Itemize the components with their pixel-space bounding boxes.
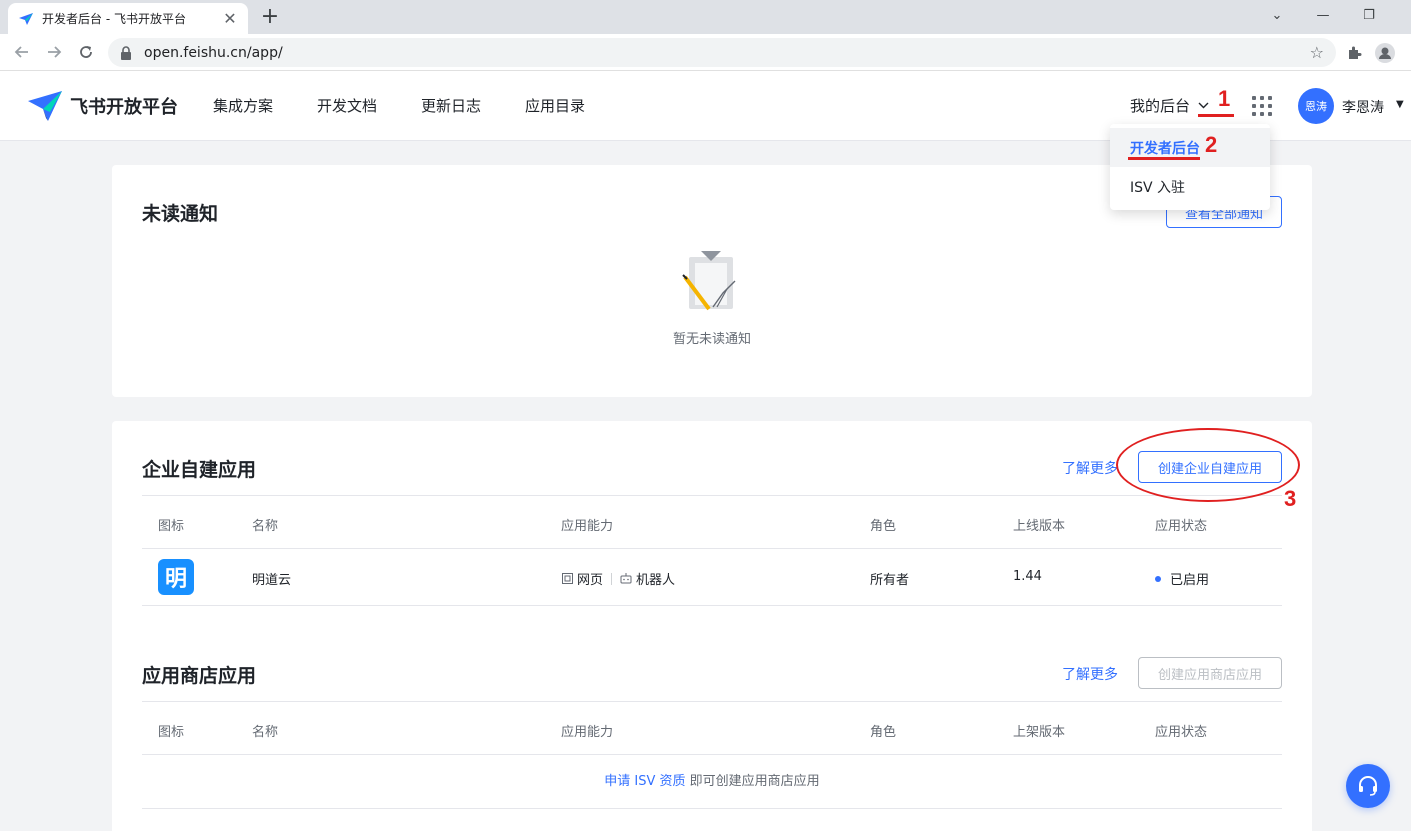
feishu-favicon-icon: [18, 11, 34, 27]
tab-title: 开发者后台 - 飞书开放平台: [42, 12, 186, 26]
col-name: 名称: [252, 519, 279, 534]
apps-card: 企业自建应用 了解更多 创建企业自建应用 图标 名称 应用能力 角色 上线版本 …: [112, 421, 1312, 831]
annotation-number-1: 1: [1218, 86, 1231, 111]
col-capability: 应用能力: [561, 725, 614, 740]
window-dropdown-icon[interactable]: ⌄: [1254, 0, 1300, 30]
col-role: 角色: [870, 519, 897, 534]
table-row[interactable]: 明 明道云 网页 机器人 所有者 1.44 已启用: [142, 549, 1282, 606]
annotation-underline-1: [1198, 114, 1234, 117]
maximize-icon[interactable]: ❐: [1346, 0, 1392, 30]
my-console-menu[interactable]: 我的后台: [1130, 95, 1209, 116]
store-apps-table: 图标 名称 应用能力 角色 上架版本 应用状态 申请 ISV 资质 即可创建应用…: [142, 701, 1282, 809]
app-role: 所有者: [870, 573, 910, 588]
brand-name: 飞书开放平台: [70, 97, 178, 118]
new-tab-button[interactable]: +: [258, 5, 282, 29]
col-capability: 应用能力: [561, 519, 614, 534]
create-store-app-button[interactable]: 创建应用商店应用: [1138, 657, 1282, 689]
webpage-icon: [561, 573, 573, 585]
my-console-label: 我的后台: [1130, 97, 1191, 115]
brand-logo[interactable]: 飞书开放平台: [26, 87, 178, 125]
app-grid-icon[interactable]: [1252, 96, 1272, 116]
create-enterprise-app-button[interactable]: 创建企业自建应用: [1138, 451, 1282, 483]
back-icon[interactable]: [10, 40, 34, 64]
dropdown-item-label: ISV 入驻: [1130, 179, 1186, 196]
user-menu-caret-icon[interactable]: ▼: [1396, 99, 1404, 110]
url-text: open.feishu.cn/app/: [144, 44, 283, 61]
apply-isv-link[interactable]: 申请 ISV 资质: [604, 774, 685, 789]
close-tab-icon[interactable]: ✕: [222, 9, 238, 28]
nav-app-directory[interactable]: 应用目录: [525, 95, 585, 116]
capability-divider: [611, 572, 613, 585]
annotation-number-3: 3: [1284, 486, 1297, 511]
address-bar[interactable]: open.feishu.cn/app/ ☆: [108, 38, 1336, 67]
bot-icon: [620, 573, 632, 585]
dropdown-item-label: 开发者后台: [1130, 140, 1200, 157]
dropdown-item-isv[interactable]: ISV 入驻: [1110, 167, 1270, 206]
capability-bot: 机器人: [636, 573, 676, 588]
app-version: 1.44: [1013, 569, 1042, 584]
nav-changelog[interactable]: 更新日志: [421, 95, 481, 116]
browser-tab[interactable]: 开发者后台 - 飞书开放平台 ✕: [8, 3, 248, 34]
headset-icon: [1359, 776, 1377, 796]
col-version: 上线版本: [1013, 519, 1066, 534]
reload-icon[interactable]: [74, 40, 98, 64]
unread-title: 未读通知: [142, 203, 219, 225]
store-empty-text: 即可创建应用商店应用: [685, 774, 820, 789]
col-status: 应用状态: [1155, 725, 1208, 740]
col-icon: 图标: [158, 725, 185, 740]
app-name[interactable]: 明道云: [252, 569, 291, 588]
nav-integration[interactable]: 集成方案: [213, 95, 273, 116]
store-apps-title: 应用商店应用: [142, 665, 257, 687]
col-name: 名称: [252, 725, 279, 740]
browser-toolbar: open.feishu.cn/app/ ☆: [0, 34, 1411, 71]
avatar[interactable]: 恩涛: [1298, 88, 1334, 124]
bookmark-star-icon[interactable]: ☆: [1310, 43, 1324, 62]
dropdown-item-developer-console[interactable]: 开发者后台: [1110, 128, 1270, 167]
browser-tabstrip: 开发者后台 - 飞书开放平台 ✕ + ⌄ — ❐ ✕: [0, 0, 1411, 34]
profile-icon[interactable]: [1374, 42, 1396, 64]
app-capabilities: 网页 机器人: [561, 569, 675, 588]
status-label: 已启用: [1170, 573, 1210, 588]
enterprise-apps-table: 图标 名称 应用能力 角色 上线版本 应用状态 明 明道云 网页 机器人 所有者: [142, 495, 1282, 606]
enterprise-apps-title: 企业自建应用: [142, 459, 257, 481]
minimize-icon[interactable]: —: [1300, 0, 1346, 30]
store-learn-more-link[interactable]: 了解更多: [1062, 664, 1118, 684]
empty-clipboard-illustration: [679, 249, 743, 315]
nav-docs[interactable]: 开发文档: [317, 95, 377, 116]
col-version: 上架版本: [1013, 725, 1066, 740]
extensions-puzzle-icon[interactable]: [1343, 42, 1365, 64]
lock-icon: [120, 45, 134, 60]
table-header: 图标 名称 应用能力 角色 上线版本 应用状态: [142, 495, 1282, 549]
customer-service-button[interactable]: [1346, 764, 1390, 808]
col-role: 角色: [870, 725, 897, 740]
feishu-logo-icon: [28, 91, 62, 121]
status-dot-icon: [1155, 575, 1161, 582]
chevron-down-icon: [1198, 99, 1209, 112]
username[interactable]: 李恩涛: [1342, 97, 1384, 117]
col-icon: 图标: [158, 519, 185, 534]
annotation-underline-2: [1128, 157, 1200, 160]
my-console-dropdown: 开发者后台 ISV 入驻: [1110, 124, 1270, 210]
empty-notifications-text: 暂无未读通知: [672, 332, 751, 347]
col-status: 应用状态: [1155, 519, 1208, 534]
forward-icon[interactable]: [42, 40, 66, 64]
app-status: 已启用: [1155, 569, 1209, 588]
table-header: 图标 名称 应用能力 角色 上架版本 应用状态: [142, 701, 1282, 755]
enterprise-learn-more-link[interactable]: 了解更多: [1062, 458, 1118, 478]
app-icon[interactable]: 明: [158, 559, 194, 595]
capability-webpage: 网页: [577, 573, 604, 588]
store-empty-row: 申请 ISV 资质 即可创建应用商店应用: [142, 755, 1282, 809]
annotation-number-2: 2: [1205, 132, 1218, 157]
